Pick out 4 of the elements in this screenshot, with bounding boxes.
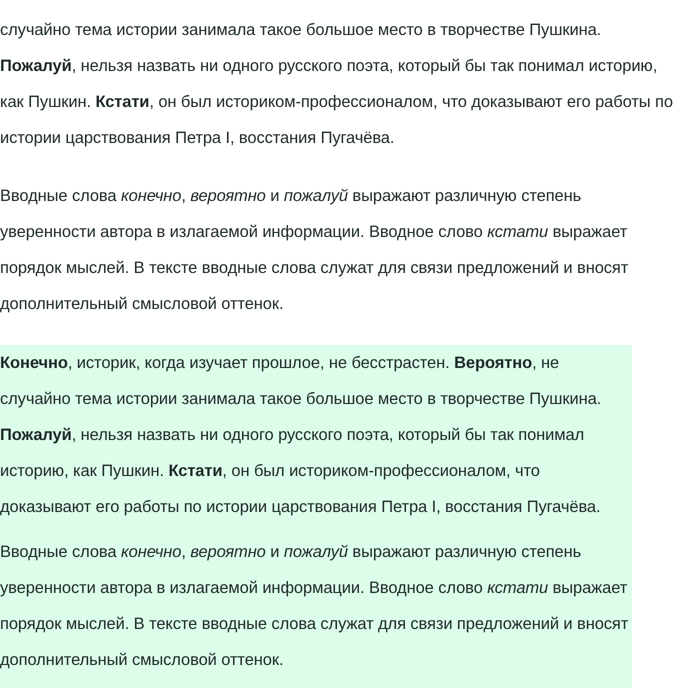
paragraph: Конечно, историк, когда изучает прошлое, не бесстрастен. Вероятно, не случайно тема истории занимала такое большое место в творчестве Пушкина. Пожалуй, нельзя назвать ни одного русского поэта, который бы так понимал историю, как Пушкин. Кстати, он был историком-профессионалом, что доказывают его работы по истории царствования Петра I, восстания Пугачёва. [0, 353, 602, 518]
paragraph: Вводные слова конечно, вероятно и пожалуй выражают различную степень уверенности автора в излагаемой информации. Вводное слово кстати выражает порядок мыслей. В тексте вводные слова служат для связи предложений и вносят дополнительный смысловой оттенок. [0, 542, 630, 671]
paragraph: случайно тема истории занимала такое большое место в творчестве Пушкина. Пожалуй, нельзя назвать ни одного русского поэта, который бы так понимал историю, как Пушкин. Кстати, он был историком-профессионалом, что доказывают его работы по истории царствования Петра I, восстания Пугачёва. [0, 20, 674, 149]
paragraph: Вводные слова конечно, вероятно и пожалуй выражают различную степень уверенности автора в излагаемой информации. Вводное слово кстати выражает порядок мыслей. В тексте вводные слова служат для связи предложений и вносят дополнительный смысловой оттенок. [0, 186, 630, 315]
